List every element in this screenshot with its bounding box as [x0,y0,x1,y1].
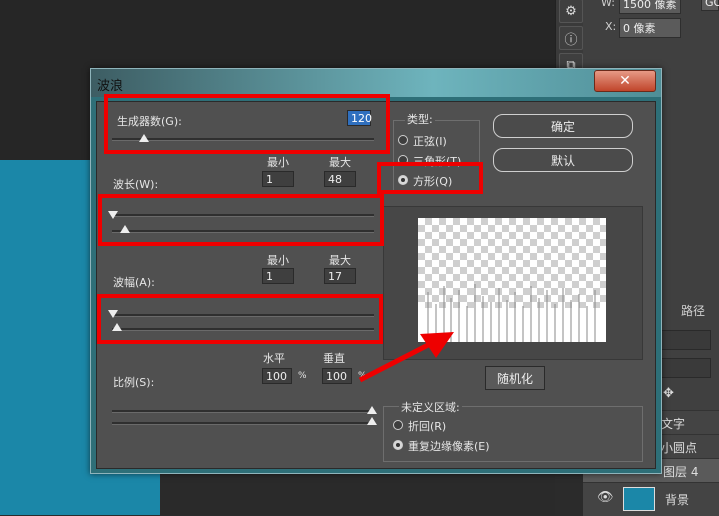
gear-icon[interactable]: ⚙ [559,0,583,23]
red-arrow-icon [358,332,454,383]
x-field[interactable]: 0 像素 [619,18,681,38]
scale-label: 比例(S): [113,376,155,389]
layer-name: 图层 4 [663,465,699,479]
scale-horizontal-slider-thumb[interactable] [367,406,377,414]
amplitude-min-label: 最小 [267,254,289,267]
dialog-title: 波浪 [97,79,124,94]
wavelength-max-field[interactable]: 48 [324,171,356,187]
randomize-button[interactable]: 随机化 [485,366,545,390]
amplitude-max-field[interactable]: 17 [324,268,356,284]
close-button[interactable]: ✕ [594,70,656,92]
wrap-around-label[interactable]: 折回(R) [408,418,446,434]
scale-horizontal-slider-track[interactable] [112,410,374,413]
type-label: 类型: [405,111,435,127]
tab-paths[interactable]: 路径 [681,302,705,319]
move-icon[interactable]: ✥ [663,386,674,401]
wavelength-min-field[interactable]: 1 [262,171,294,187]
layer-thumbnail [623,487,655,511]
scale-horizontal-field[interactable]: 100 [262,368,292,384]
wavelength-min-label: 最小 [267,156,289,169]
type-sine-radio[interactable] [398,135,408,145]
wavelength-max-label: 最大 [329,156,351,169]
layer-name: 小圆点 [661,441,698,455]
amplitude-min-field[interactable]: 1 [262,268,294,284]
repeat-edge-label[interactable]: 重复边缘像素(E) [408,438,490,454]
info-icon[interactable]: ⓘ [559,26,583,50]
default-button-label: 默认 [550,153,575,168]
layer-name: 背景 [665,493,690,507]
highlight-box-amplitude [97,294,383,344]
amplitude-label: 波幅(A): [113,276,155,289]
w-field[interactable]: 1500 像素 [619,0,681,14]
dialog-titlebar[interactable]: 波浪 ✕ [91,69,661,97]
preview-wave-pattern [418,284,606,342]
undefined-area-label: 未定义区域: [399,399,462,415]
highlight-box-wavelength [98,194,384,246]
default-button[interactable]: 默认 [493,148,633,172]
w-label: W: [601,0,615,9]
layer-row[interactable]: 👁 背景 [583,482,719,516]
scale-vertical-slider-thumb[interactable] [367,417,377,425]
x-label: X: [605,20,617,33]
scale-vertical-field[interactable]: 100 [322,368,352,384]
amplitude-max-label: 最大 [329,254,351,267]
scale-vertical-slider-track[interactable] [112,422,374,425]
type-sine-label[interactable]: 正弦(I) [413,133,447,149]
layer-name: 文字 [661,417,686,431]
scale-vertical-label: 垂直 [323,352,345,365]
blend-mode-dropdown[interactable] [659,358,711,378]
highlight-box-square-type [377,162,483,194]
scale-horizontal-label: 水平 [263,352,285,365]
percent-unit: % [298,371,307,381]
ok-button[interactable]: 确定 [493,114,633,138]
eye-icon[interactable]: 👁 [597,490,614,505]
highlight-box-generators [104,94,390,154]
dialog-body: 生成器数(G): 120 最小 最大 波长(W): 1 48 最小 最大 波幅(… [96,101,656,469]
ok-button-label: 确定 [550,119,575,134]
wavelength-label: 波长(W): [113,178,159,191]
go-field[interactable]: GO [701,0,719,11]
preview-image[interactable] [418,218,606,342]
wrap-around-radio[interactable] [393,420,403,430]
layer-filter-dropdown[interactable] [659,330,711,350]
repeat-edge-radio[interactable] [393,440,403,450]
randomize-button-label: 随机化 [496,371,533,386]
close-icon: ✕ [619,73,631,89]
